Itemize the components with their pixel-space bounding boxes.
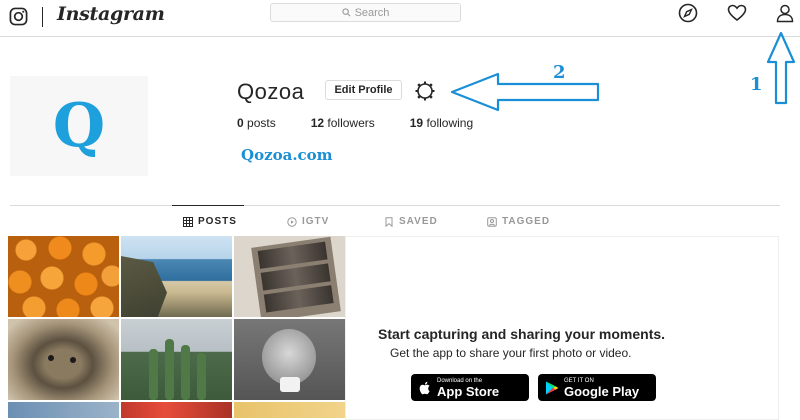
photo-cactus[interactable] (121, 319, 232, 400)
search-icon (341, 8, 351, 17)
cactus-stem (165, 339, 174, 400)
profile-username: Qozoa (237, 79, 305, 104)
dog-eye (48, 355, 54, 361)
app-store-button[interactable]: Download on the App Store (411, 374, 529, 401)
app-store-big-text: App Store (437, 383, 500, 399)
tv-icon (287, 216, 297, 227)
search-input[interactable]: Search (270, 3, 461, 22)
apple-icon (419, 381, 430, 394)
brand-divider (42, 7, 43, 27)
compass-icon[interactable] (678, 3, 698, 23)
tabs-divider (10, 205, 780, 206)
app-store-text: Download on the App Store (437, 378, 499, 398)
instagram-glyph-icon[interactable] (9, 7, 28, 26)
grid-icon (183, 216, 193, 227)
coast-rocks (121, 256, 167, 317)
instagram-wordmark[interactable]: Instagram (57, 3, 165, 25)
google-play-button[interactable]: GET IT ON Google Play (538, 374, 656, 401)
annotation-label-2: 2 (553, 62, 566, 83)
bookmark-icon (385, 216, 393, 227)
heart-icon[interactable] (727, 3, 747, 23)
get-app-title: Start capturing and sharing your moments… (378, 326, 666, 342)
tab-saved-label: SAVED (399, 216, 438, 227)
annotation-label-1: 1 (750, 74, 763, 95)
followers-stat[interactable]: 12 followers (311, 116, 375, 130)
posts-stat: 0 posts (237, 116, 276, 130)
followers-label: followers (324, 116, 375, 130)
annotation-arrow-1 (766, 31, 796, 105)
booth-frame (263, 285, 334, 313)
following-count: 19 (409, 116, 424, 130)
cactus-stem (181, 345, 190, 400)
active-tab-indicator (172, 205, 244, 206)
tab-tagged-label: TAGGED (502, 216, 551, 227)
tab-saved[interactable]: SAVED (384, 216, 438, 227)
cactus-stem (197, 353, 206, 400)
photo-oranges[interactable] (8, 236, 119, 317)
google-play-icon (546, 381, 559, 394)
profile-avatar[interactable]: Q (10, 76, 148, 176)
avatar-logo-letter: Q (52, 91, 106, 161)
profile-stats: 0 posts 12 followers 19 following (237, 116, 508, 130)
profile-icon[interactable] (775, 3, 795, 23)
google-play-small-text: GET IT ON (564, 377, 594, 384)
gear-icon[interactable] (414, 80, 436, 102)
tag-icon (487, 216, 497, 227)
tab-posts-label: POSTS (198, 216, 237, 227)
tab-posts[interactable]: POSTS (183, 216, 237, 227)
top-navigation-bar: Instagram Search (0, 0, 800, 37)
posts-count: 0 (237, 116, 244, 130)
photo-red-flowers[interactable] (121, 402, 232, 418)
edit-profile-button[interactable]: Edit Profile (325, 80, 402, 100)
tab-igtv-label: IGTV (302, 216, 330, 227)
photo-yellow[interactable] (234, 402, 345, 418)
tab-igtv[interactable]: IGTV (287, 216, 329, 227)
photo-dog[interactable] (8, 319, 119, 400)
following-stat[interactable]: 19 following (410, 116, 473, 130)
booth-strip (251, 236, 341, 317)
cactus-stem (149, 349, 158, 400)
dog-eye (70, 357, 76, 363)
following-label: following (423, 116, 474, 130)
posts-label: posts (243, 116, 276, 130)
annotation-arrow-2 (450, 72, 600, 112)
photo-coastline[interactable] (121, 236, 232, 317)
followers-count: 12 (310, 116, 325, 130)
photo-grid (8, 236, 345, 420)
tab-tagged[interactable]: TAGGED (487, 216, 550, 227)
photo-baby-with-camera[interactable] (234, 319, 345, 400)
profile-website-link[interactable]: Qozoa.com (241, 146, 333, 164)
baby-camera (280, 377, 300, 392)
photo-booth-strip[interactable] (234, 236, 345, 317)
app-store-small-text: Download on the (437, 377, 483, 384)
photo-blue[interactable] (8, 402, 119, 418)
google-play-text: GET IT ON Google Play (564, 378, 639, 398)
google-play-big-text: Google Play (564, 383, 640, 399)
get-app-subtitle: Get the app to share your first photo or… (390, 346, 632, 360)
search-placeholder: Search (354, 6, 390, 19)
